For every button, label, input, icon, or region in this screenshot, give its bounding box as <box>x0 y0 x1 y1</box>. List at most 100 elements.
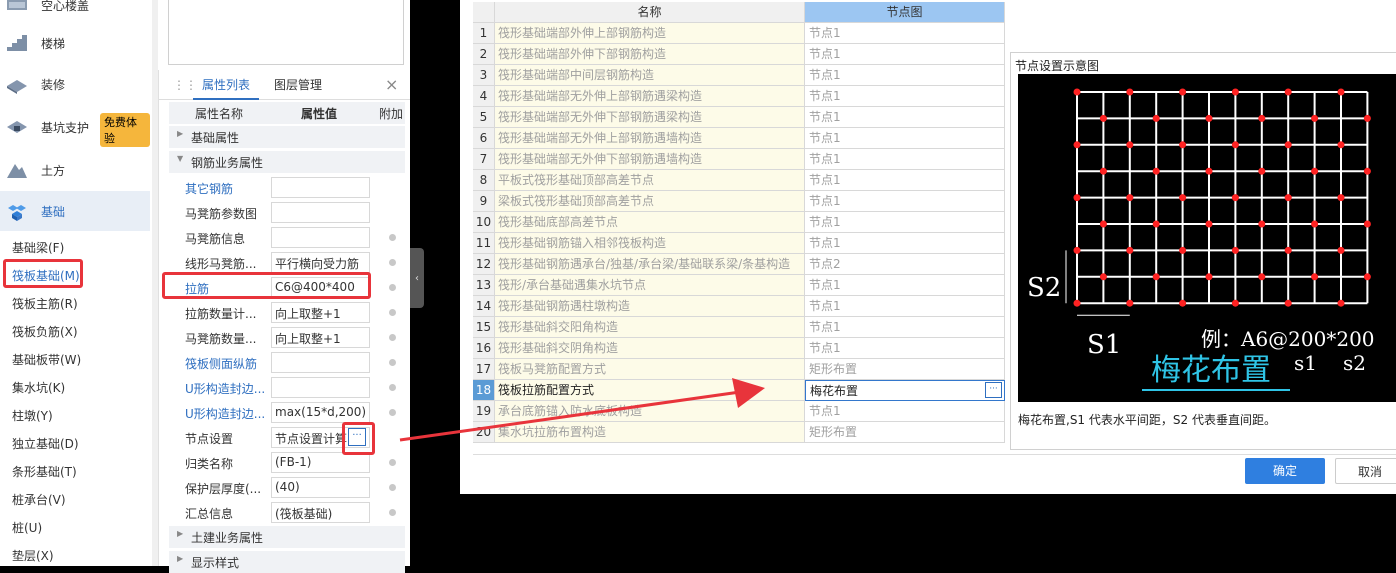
row-node-value[interactable]: 节点1 <box>805 128 1005 149</box>
nav-subitem[interactable]: 条形基础(T) <box>12 463 77 480</box>
row-node-value[interactable]: 节点1 <box>805 86 1005 107</box>
tab-layer-management[interactable]: 图层管理 <box>263 70 333 100</box>
row-number: 13 <box>473 275 495 296</box>
property-value-field[interactable] <box>271 377 370 398</box>
expand-icon: ▶ <box>177 129 184 138</box>
property-value-field[interactable]: max(15*d,200) <box>271 402 370 423</box>
panel-tabs: ⋮⋮ 属性列表 图层管理 × <box>159 70 411 100</box>
extra-checkbox[interactable] <box>389 284 396 291</box>
property-row[interactable]: 汇总信息 (筏板基础) <box>169 500 405 525</box>
group-rebar-attributes[interactable]: ▼ 钢筋业务属性 <box>169 151 405 173</box>
nav-subitem[interactable]: 桩(U) <box>12 519 42 536</box>
extra-checkbox[interactable] <box>389 334 396 341</box>
property-value-field[interactable] <box>271 177 370 198</box>
row-node-value[interactable]: 节点2 <box>805 254 1005 275</box>
row-node-value[interactable]: 节点1 <box>805 275 1005 296</box>
property-row[interactable]: 马凳筋信息 <box>169 225 405 250</box>
col-node-header: 节点图 <box>805 2 1005 23</box>
extra-checkbox[interactable] <box>389 509 396 516</box>
group-basic-attributes[interactable]: ▶ 基础属性 <box>169 126 405 148</box>
group-civil-attributes[interactable]: ▶ 土建业务属性 <box>169 526 405 548</box>
row-node-value[interactable]: 节点1 <box>805 233 1005 254</box>
row-node-value[interactable]: 节点1 <box>805 44 1005 65</box>
extra-checkbox[interactable] <box>389 309 396 316</box>
property-header: 属性名称 属性值 附加 <box>169 102 405 124</box>
nav-subitem[interactable]: 桩承台(V) <box>12 491 66 508</box>
nav-subitem[interactable]: 筏板负筋(X) <box>12 323 78 340</box>
row-node-value[interactable]: 梅花布置 <box>805 380 1005 401</box>
collapse-icon: ▼ <box>177 154 184 163</box>
tab-property-list[interactable]: 属性列表 <box>193 70 259 100</box>
nav-subitem[interactable]: 独立基础(D) <box>12 435 79 452</box>
nav-subitem[interactable]: 基础梁(F) <box>12 239 64 256</box>
property-name: 其它钢筋 <box>185 182 234 196</box>
row-node-value[interactable]: 节点1 <box>805 191 1005 212</box>
row-node-value[interactable]: 节点1 <box>805 149 1005 170</box>
cancel-button[interactable]: 取消 <box>1335 458 1396 484</box>
row-node-value[interactable]: 节点1 <box>805 317 1005 338</box>
collapse-panel-button[interactable]: ‹ <box>410 248 424 308</box>
nav-subitem[interactable]: 柱墩(Y) <box>12 407 53 424</box>
row-node-value[interactable]: 节点1 <box>805 107 1005 128</box>
nav-category-excavation[interactable]: 基坑支护 免费体验 <box>0 107 150 147</box>
tie-point <box>1337 194 1345 202</box>
tie-point <box>1284 194 1292 202</box>
extra-checkbox[interactable] <box>389 484 396 491</box>
nav-category-decoration[interactable]: 装修 <box>0 64 150 104</box>
nav-subitem[interactable]: 垫层(X) <box>12 547 54 564</box>
row-node-value[interactable]: 节点1 <box>805 212 1005 233</box>
nav-category-earthwork[interactable]: 土方 <box>0 150 150 190</box>
group-display-style[interactable]: ▶ 显示样式 <box>169 551 405 573</box>
free-trial-badge[interactable]: 免费体验 <box>100 113 150 147</box>
property-value-field[interactable]: 平行横向受力筋 <box>271 252 370 273</box>
nav-category-hollow-floor[interactable]: 空心楼盖 <box>0 0 150 25</box>
tie-point <box>1073 246 1081 254</box>
row-name: 筏形/承台基础遇集水坑节点 <box>495 275 805 296</box>
tie-point <box>1179 299 1187 307</box>
tie-point <box>1311 220 1319 228</box>
property-row[interactable]: 马凳筋参数图 <box>169 200 405 225</box>
row-node-value[interactable]: 矩形布置 <box>805 359 1005 380</box>
row-node-value[interactable]: 节点1 <box>805 338 1005 359</box>
property-value-field[interactable] <box>271 202 370 223</box>
property-row[interactable]: 马凳筋数量... 向上取整+1 <box>169 325 405 350</box>
row-node-value[interactable]: 节点1 <box>805 401 1005 422</box>
ok-button[interactable]: 确定 <box>1245 458 1325 484</box>
row-node-value[interactable]: 节点1 <box>805 65 1005 86</box>
property-value-field[interactable]: (FB-1) <box>271 452 370 473</box>
property-value-field[interactable] <box>271 352 370 373</box>
property-value-field[interactable]: (筏板基础) <box>271 502 370 523</box>
nav-category-stairs[interactable]: 楼梯 <box>0 23 150 63</box>
tie-point <box>1152 167 1160 175</box>
tie-point <box>1258 167 1266 175</box>
nav-category-foundation[interactable]: 基础 <box>0 191 150 231</box>
row-node-value[interactable]: 节点1 <box>805 170 1005 191</box>
row-name: 梁板式筏形基础顶部高差节点 <box>495 191 805 212</box>
row-ellipsis-button[interactable]: ··· <box>985 382 1002 398</box>
property-value-field[interactable]: 向上取整+1 <box>271 327 370 348</box>
extra-checkbox[interactable] <box>389 459 396 466</box>
close-icon[interactable]: × <box>385 75 398 94</box>
row-node-value[interactable]: 节点1 <box>805 23 1005 44</box>
row-number: 5 <box>473 107 495 128</box>
property-row[interactable]: 保护层厚度(... (40) <box>169 475 405 500</box>
extra-checkbox[interactable] <box>389 234 396 241</box>
nav-category-label: 基坑支护 <box>41 120 90 135</box>
extra-checkbox[interactable] <box>389 259 396 266</box>
tie-point <box>1126 194 1134 202</box>
nav-subitem[interactable]: 基础板带(W) <box>12 351 81 368</box>
nav-subitem[interactable]: 筏板主筋(R) <box>12 295 78 312</box>
property-row[interactable]: 其它钢筋 <box>169 175 405 200</box>
row-name: 筏形基础端部外伸下部钢筋构造 <box>495 44 805 65</box>
property-value-field[interactable] <box>271 227 370 248</box>
property-name: U形构造封边... <box>185 407 266 421</box>
row-node-value[interactable]: 矩形布置 <box>805 422 1005 443</box>
property-name: 马凳筋参数图 <box>185 207 258 221</box>
property-value-field[interactable]: (40) <box>271 477 370 498</box>
row-node-value[interactable]: 节点1 <box>805 296 1005 317</box>
property-value-field[interactable]: 向上取整+1 <box>271 302 370 323</box>
nav-subitem[interactable]: 集水坑(K) <box>12 379 65 396</box>
property-row[interactable]: 拉筋数量计... 向上取整+1 <box>169 300 405 325</box>
highlight-tie-bar <box>162 272 371 299</box>
extra-checkbox[interactable] <box>389 359 396 366</box>
